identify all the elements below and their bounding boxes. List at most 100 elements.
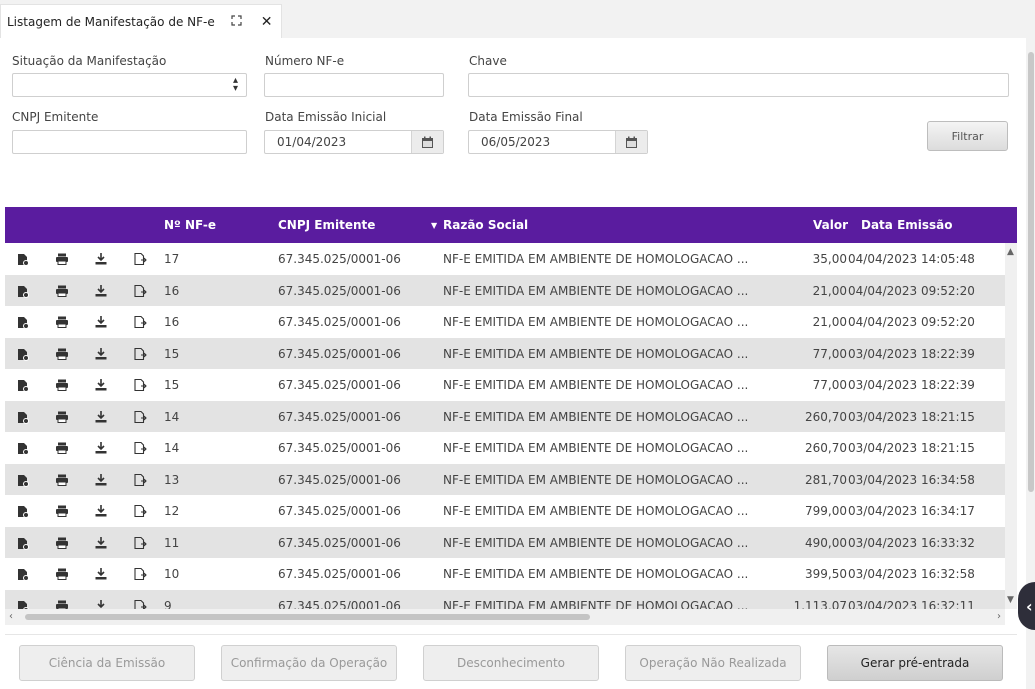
export-icon[interactable] <box>133 252 147 266</box>
scroll-right-icon[interactable]: › <box>997 611 1001 622</box>
scroll-left-icon[interactable]: ‹ <box>9 611 13 622</box>
document-icon[interactable] <box>16 315 30 329</box>
export-icon[interactable] <box>133 536 147 550</box>
footer-divider <box>5 634 1017 635</box>
cell-numero: 14 <box>164 441 180 455</box>
export-icon[interactable] <box>133 504 147 518</box>
cell-valor: 490,00 <box>805 535 847 550</box>
calendar-icon[interactable] <box>411 131 443 153</box>
export-icon[interactable] <box>133 347 147 361</box>
cell-razao: NF-E EMITIDA EM AMBIENTE DE HOMOLOGACAO … <box>443 409 749 424</box>
data-final-input[interactable]: 06/05/2023 <box>468 130 648 154</box>
col-razao[interactable]: Razão Social <box>443 218 528 232</box>
grid-horizontal-scrollbar[interactable]: ‹ › <box>5 609 1005 625</box>
download-icon[interactable] <box>94 441 108 455</box>
cnpj-input[interactable] <box>12 130 247 154</box>
download-icon[interactable] <box>94 473 108 487</box>
chave-input[interactable] <box>468 73 1009 97</box>
export-icon[interactable] <box>133 315 147 329</box>
expand-icon[interactable] <box>229 14 245 29</box>
numero-input[interactable] <box>264 73 444 97</box>
export-icon[interactable] <box>133 410 147 424</box>
download-icon[interactable] <box>94 567 108 581</box>
confirmacao-button[interactable]: Confirmação da Operação <box>221 645 397 681</box>
cell-data: 03/04/2023 18:22:39 <box>848 378 975 392</box>
chevron-left-icon[interactable]: ‹ <box>1018 582 1035 630</box>
desconhecimento-button[interactable]: Desconhecimento <box>423 645 599 681</box>
download-icon[interactable] <box>94 284 108 298</box>
table-row[interactable]: 13 67.345.025/0001-06 NF-E EMITIDA EM AMBI… <box>5 463 1005 495</box>
table-row[interactable]: 16 67.345.025/0001-06 NF-E EMITIDA EM AMBI… <box>5 274 1005 306</box>
table-row[interactable]: 12 67.345.025/0001-06 NF-E EMITIDA EM AMBI… <box>5 495 1005 526</box>
ciencia-button[interactable]: Ciência da Emissão <box>19 645 195 681</box>
col-cnpj[interactable]: CNPJ Emitente <box>278 218 375 232</box>
print-icon[interactable] <box>55 536 69 550</box>
table-row[interactable]: 14 67.345.025/0001-06 NF-E EMITIDA EM AMBI… <box>5 400 1005 432</box>
nao-realizada-button[interactable]: Operação Não Realizada <box>625 645 801 681</box>
data-inicial-input[interactable]: 01/04/2023 <box>264 130 444 154</box>
cell-razao: NF-E EMITIDA EM AMBIENTE DE HOMOLOGACAO … <box>443 378 749 392</box>
print-icon[interactable] <box>55 315 69 329</box>
download-icon[interactable] <box>94 410 108 424</box>
export-icon[interactable] <box>133 378 147 392</box>
data-inicial-label: Data Emissão Inicial <box>265 110 387 124</box>
table-row[interactable]: 17 67.345.025/0001-06 NF-E EMITIDA EM AMBI… <box>5 243 1005 274</box>
download-icon[interactable] <box>94 252 108 266</box>
tab-bar: Listagem de Manifestação de NF-e ✕ <box>0 0 1035 38</box>
document-icon[interactable] <box>16 284 30 298</box>
download-icon[interactable] <box>94 347 108 361</box>
print-icon[interactable] <box>55 473 69 487</box>
cell-valor: 21,00 <box>812 315 847 329</box>
print-icon[interactable] <box>55 504 69 518</box>
print-icon[interactable] <box>55 347 69 361</box>
download-icon[interactable] <box>94 378 108 392</box>
document-icon[interactable] <box>16 252 30 266</box>
print-icon[interactable] <box>55 410 69 424</box>
col-data[interactable]: Data Emissão <box>861 218 953 232</box>
situacao-select[interactable]: ▴ ▾ <box>12 73 247 97</box>
data-final-value: 06/05/2023 <box>481 135 551 149</box>
document-icon[interactable] <box>16 536 30 550</box>
print-icon[interactable] <box>55 567 69 581</box>
calendar-icon[interactable] <box>615 131 647 153</box>
document-icon[interactable] <box>16 567 30 581</box>
document-icon[interactable] <box>16 441 30 455</box>
cell-valor: 281,70 <box>805 472 847 487</box>
filter-button[interactable]: Filtrar <box>927 121 1008 151</box>
export-icon[interactable] <box>133 284 147 298</box>
col-numero[interactable]: Nº NF-e <box>164 218 216 232</box>
download-icon[interactable] <box>94 504 108 518</box>
table-row[interactable]: 11 67.345.025/0001-06 NF-E EMITIDA EM AMBI… <box>5 526 1005 558</box>
scroll-up-icon[interactable]: ▲ <box>1007 247 1014 257</box>
grid-vertical-scrollbar[interactable]: ▲ ▼ <box>1005 243 1017 609</box>
cell-cnpj: 67.345.025/0001-06 <box>278 535 401 550</box>
close-icon[interactable]: ✕ <box>261 14 273 30</box>
document-icon[interactable] <box>16 378 30 392</box>
document-icon[interactable] <box>16 504 30 518</box>
chave-label: Chave <box>469 54 507 68</box>
table-row[interactable]: 16 67.345.025/0001-06 NF-E EMITIDA EM AMBI… <box>5 306 1005 337</box>
print-icon[interactable] <box>55 252 69 266</box>
table-row[interactable]: 14 67.345.025/0001-06 NF-E EMITIDA EM AMBI… <box>5 432 1005 463</box>
table-row[interactable]: 15 67.345.025/0001-06 NF-E EMITIDA EM AMBI… <box>5 369 1005 400</box>
scroll-thumb[interactable] <box>25 614 590 620</box>
print-icon[interactable] <box>55 378 69 392</box>
scroll-down-icon[interactable]: ▼ <box>1007 595 1014 605</box>
print-icon[interactable] <box>55 284 69 298</box>
document-icon[interactable] <box>16 410 30 424</box>
cell-numero: 10 <box>164 567 180 581</box>
table-row[interactable]: 10 67.345.025/0001-06 NF-E EMITIDA EM AMBI… <box>5 558 1005 589</box>
cell-cnpj: 67.345.025/0001-06 <box>278 315 401 329</box>
export-icon[interactable] <box>133 567 147 581</box>
download-icon[interactable] <box>94 315 108 329</box>
download-icon[interactable] <box>94 536 108 550</box>
table-row[interactable]: 15 67.345.025/0001-06 NF-E EMITIDA EM AMBI… <box>5 337 1005 369</box>
tab-listagem[interactable]: Listagem de Manifestação de NF-e ✕ <box>0 4 282 38</box>
col-valor[interactable]: Valor <box>813 218 848 232</box>
export-icon[interactable] <box>133 441 147 455</box>
export-icon[interactable] <box>133 473 147 487</box>
document-icon[interactable] <box>16 473 30 487</box>
gerar-pre-entrada-button[interactable]: Gerar pré-entrada <box>827 645 1003 681</box>
print-icon[interactable] <box>55 441 69 455</box>
document-icon[interactable] <box>16 347 30 361</box>
